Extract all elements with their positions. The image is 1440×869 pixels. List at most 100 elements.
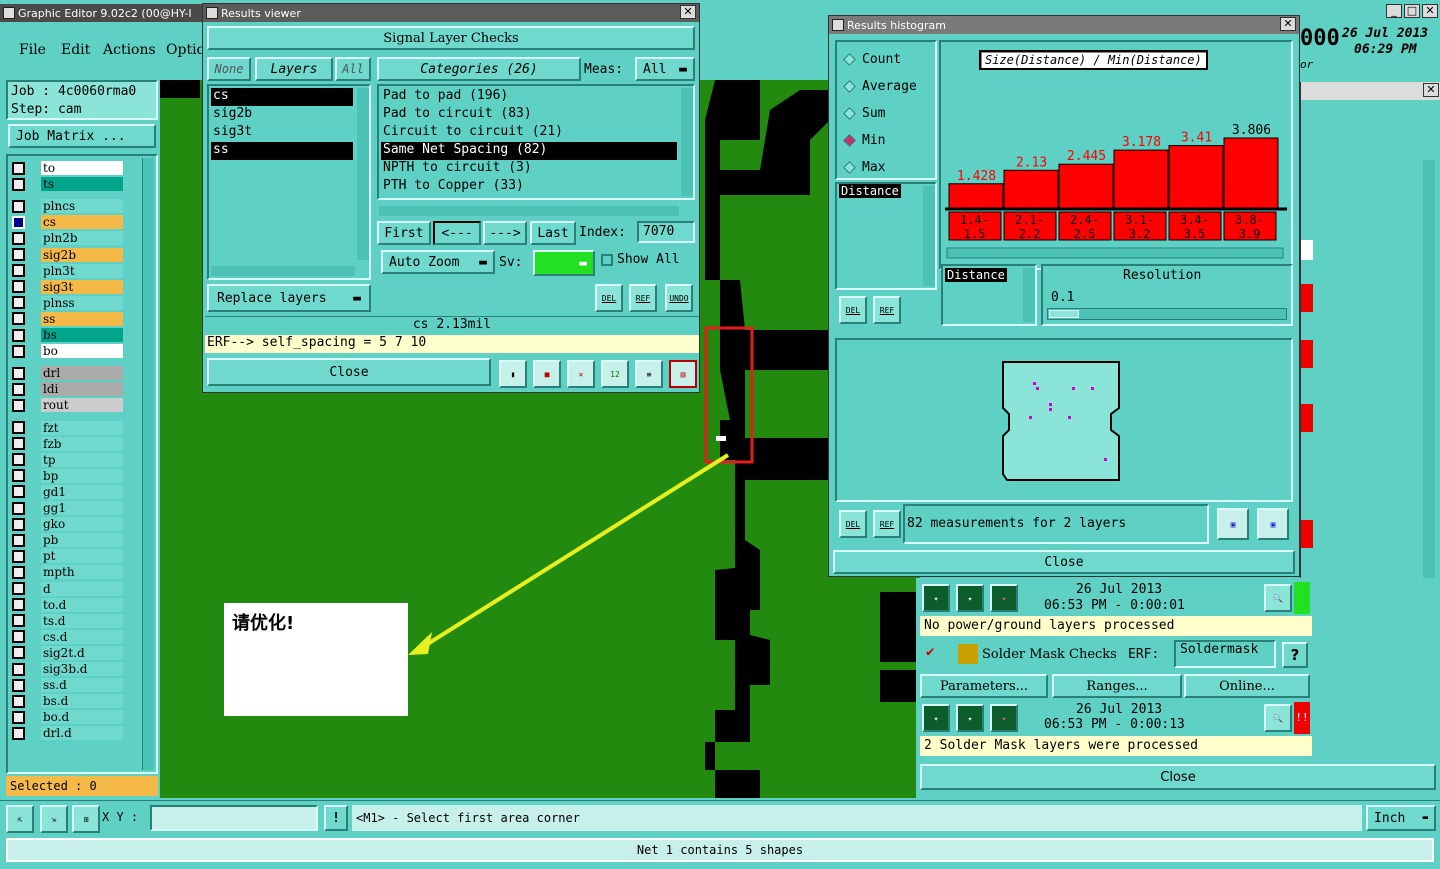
preview-ref-icon[interactable]: REF <box>873 510 901 538</box>
layer-checkbox[interactable] <box>12 517 25 531</box>
layer-row[interactable]: sig3b.d <box>12 661 123 677</box>
radio-icon[interactable] <box>843 80 856 93</box>
layer-checkbox[interactable] <box>12 630 25 644</box>
layer-row[interactable]: rout <box>12 397 123 413</box>
layer-checkbox[interactable] <box>12 280 25 294</box>
auto-zoom-dropdown[interactable]: Auto Zoom ▬ <box>381 250 495 274</box>
histogram-icon[interactable]: ▥ <box>669 360 697 388</box>
layer-row[interactable]: gd1 <box>12 484 123 500</box>
menu-actions[interactable]: Actions <box>103 42 156 58</box>
none-button[interactable]: None <box>207 57 251 81</box>
meas-dropdown[interactable]: All ▬ <box>635 57 695 81</box>
minimize-icon[interactable]: _ <box>1386 4 1402 18</box>
histogram-bar[interactable] <box>1223 137 1279 209</box>
layer-row[interactable]: pln3t <box>12 263 123 279</box>
measure-tool-icon[interactable]: ⇲ <box>40 805 68 833</box>
del-icon[interactable]: DEL <box>595 284 623 312</box>
layer-row[interactable]: ldi <box>12 381 123 397</box>
layer-row[interactable]: sig2t.d <box>12 645 123 661</box>
stat-option[interactable]: Min <box>841 127 917 154</box>
layer-checkbox[interactable] <box>12 264 25 278</box>
stop-icon-2[interactable]: ✦ <box>990 704 1018 732</box>
zoom-window-icon[interactable]: ▣ <box>1217 508 1249 540</box>
layer-checkbox[interactable] <box>12 582 25 595</box>
stat-option[interactable]: Max <box>841 154 917 181</box>
layer-checkbox[interactable] <box>12 565 25 579</box>
layer-checkbox[interactable] <box>12 694 25 708</box>
ref-crossed-icon[interactable]: ✕ <box>567 360 595 388</box>
layers-button[interactable]: Layers <box>255 57 333 81</box>
menu-file[interactable]: File <box>19 42 46 58</box>
first-button[interactable]: First <box>377 221 431 245</box>
layer-row[interactable]: ts.d <box>12 613 123 629</box>
layer-row[interactable]: bo.d <box>12 709 123 725</box>
layer-row[interactable]: d <box>12 581 123 597</box>
layer-row[interactable]: cs <box>12 214 123 230</box>
radio-icon[interactable] <box>843 53 856 66</box>
layer-checkbox[interactable] <box>12 485 25 499</box>
results-viewer-close-icon[interactable]: ✕ <box>680 5 696 19</box>
erf-value-field[interactable]: Soldermask <box>1174 640 1276 668</box>
radio-selected-icon[interactable] <box>843 134 856 147</box>
rv-layer-item[interactable]: ss <box>211 142 353 160</box>
layer-checkbox[interactable] <box>12 549 25 563</box>
rv-layer-item[interactable]: cs <box>211 88 353 106</box>
show-all-checkbox[interactable] <box>601 254 613 266</box>
layer-row[interactable]: ss.d <box>12 677 123 693</box>
results-close-button[interactable]: Close <box>207 358 491 386</box>
help-button[interactable]: ? <box>1282 642 1308 668</box>
x-axis-vscroll[interactable] <box>923 186 935 286</box>
rv-layer-hscroll[interactable] <box>211 266 355 276</box>
ref-icon[interactable]: REF <box>629 284 657 312</box>
layer-scrollbar[interactable] <box>142 158 154 770</box>
category-item[interactable]: NPTH to circuit (3) <box>381 160 677 178</box>
layer-checkbox[interactable] <box>12 398 25 412</box>
report-icon[interactable]: ≡ <box>635 360 663 388</box>
layer-row[interactable]: fzt <box>12 420 123 436</box>
hist-del-icon[interactable]: DEL <box>839 296 867 324</box>
layer-checkbox[interactable] <box>12 177 25 191</box>
hist-ref-icon[interactable]: REF <box>873 296 901 324</box>
layer-row[interactable]: to <box>12 160 123 176</box>
preview-del-icon[interactable]: DEL <box>839 510 867 538</box>
layer-row[interactable]: bs <box>12 327 123 343</box>
categories-button[interactable]: Categories (26) <box>377 57 581 81</box>
layer-row[interactable]: pln2b <box>12 230 123 246</box>
rv-layer-vscroll[interactable] <box>357 88 369 260</box>
xy-input[interactable] <box>150 805 318 831</box>
layer-row[interactable]: drl <box>12 365 123 381</box>
rv-layer-item[interactable]: sig2b <box>211 106 353 124</box>
layer-checkbox[interactable] <box>12 453 25 467</box>
bang-button[interactable]: ! <box>324 805 348 831</box>
layer-row[interactable]: gg1 <box>12 500 123 516</box>
layer-row[interactable]: sig3t <box>12 279 123 295</box>
categories-hscroll[interactable] <box>379 206 679 216</box>
layer-checkbox[interactable] <box>12 614 25 628</box>
stat-option[interactable]: Average <box>841 73 917 100</box>
layer-checkbox[interactable] <box>12 421 25 434</box>
layer-checkbox[interactable] <box>12 469 25 483</box>
select-tool-icon[interactable]: ⇱ <box>6 805 34 833</box>
layer-checkbox[interactable] <box>12 344 25 358</box>
menu-options[interactable]: Optio <box>166 42 205 58</box>
layer-row[interactable]: cs.d <box>12 629 123 645</box>
layer-checkbox[interactable] <box>12 678 25 692</box>
layer-row[interactable]: pb <box>12 532 123 548</box>
layer-row[interactable]: pt <box>12 548 123 564</box>
run-icon-2[interactable]: ✦ <box>922 704 950 732</box>
layer-checkbox[interactable] <box>12 501 25 515</box>
layer-checkbox[interactable] <box>12 382 25 396</box>
layer-row[interactable]: to.d <box>12 597 123 613</box>
highlight-icon[interactable]: ▮ <box>499 360 527 388</box>
histogram-bar[interactable] <box>1003 169 1059 209</box>
last-button[interactable]: Last <box>530 221 576 245</box>
zoom-results-icon-1[interactable]: 🔍 <box>1264 584 1292 612</box>
layer-checkbox[interactable] <box>12 231 25 245</box>
layer-checkbox[interactable] <box>12 662 25 676</box>
check-mark-icon[interactable]: ✔ <box>926 644 934 660</box>
histogram-close-button[interactable]: Close <box>833 550 1295 574</box>
layer-checkbox[interactable] <box>12 296 25 310</box>
number-icon[interactable]: 12 <box>601 360 629 388</box>
layer-row[interactable]: mpth <box>12 564 123 580</box>
histogram-bar[interactable] <box>948 183 1004 209</box>
